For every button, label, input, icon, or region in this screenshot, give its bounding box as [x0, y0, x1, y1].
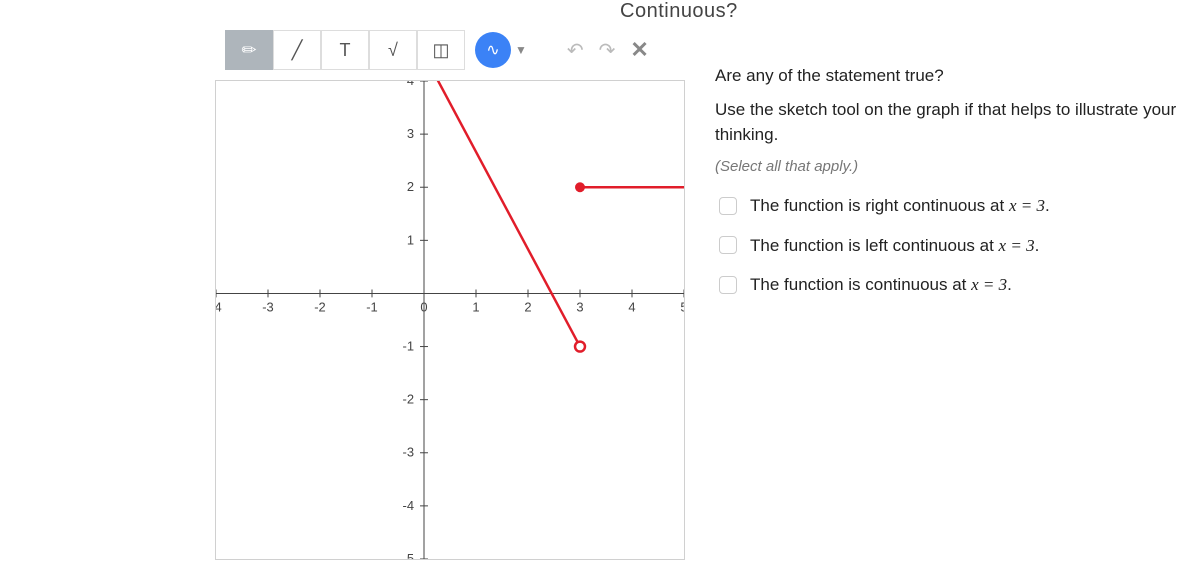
graph-svg: -4 -3 -2 -1 0 1 2 3 4 5 -5 -4 -3 -2 -1 1 2 3 4	[216, 81, 684, 559]
svg-text:-4: -4	[216, 299, 222, 314]
page-title: Continuous?	[620, 0, 738, 23]
svg-text:1: 1	[407, 232, 414, 247]
question-prompt-2: Use the sketch tool on the graph if that…	[715, 97, 1190, 148]
option-checkbox-2[interactable]	[719, 276, 737, 294]
svg-text:1: 1	[472, 299, 479, 314]
option-row: The function is left continuous at x = 3…	[715, 233, 1190, 259]
svg-text:2: 2	[407, 179, 414, 194]
graph-canvas[interactable]: -4 -3 -2 -1 0 1 2 3 4 5 -5 -4 -3 -2 -1 1 2 3 4	[215, 80, 685, 560]
color-swatch-icon: ∿	[486, 40, 499, 60]
question-panel: Are any of the statement true? Use the s…	[715, 55, 1190, 312]
clear-button[interactable]: ✕	[630, 37, 648, 63]
option-row: The function is continuous at x = 3.	[715, 272, 1190, 298]
svg-text:4: 4	[407, 81, 414, 88]
line-tool-button[interactable]: ╱	[273, 30, 321, 70]
history-controls: ↶ ↷ ✕	[567, 37, 649, 63]
svg-text:-3: -3	[262, 299, 274, 314]
question-hint: (Select all that apply.)	[715, 156, 1190, 179]
pencil-icon: ✏	[241, 40, 256, 61]
sqrt-tool-button[interactable]: √	[369, 30, 417, 70]
undo-icon: ↶	[567, 40, 584, 62]
option-checkbox-1[interactable]	[719, 236, 737, 254]
redo-button[interactable]: ↷	[599, 38, 616, 63]
svg-text:-3: -3	[403, 445, 415, 460]
option-row: The function is right continuous at x = …	[715, 193, 1190, 219]
question-prompt-1: Are any of the statement true?	[715, 63, 1190, 89]
line-icon: ╱	[292, 40, 303, 61]
svg-text:2: 2	[524, 299, 531, 314]
drawing-toolbar: ✏ ╱ T √ ◫ ∿ ▼ ↶ ↷ ✕	[225, 30, 649, 70]
svg-text:-1: -1	[403, 339, 415, 354]
svg-text:-1: -1	[366, 299, 378, 314]
option-label: The function is continuous at x = 3.	[750, 272, 1012, 298]
clear-icon: ✕	[630, 37, 648, 62]
sqrt-icon: √	[388, 40, 398, 61]
option-label: The function is right continuous at x = …	[750, 193, 1050, 219]
redo-icon: ↷	[599, 40, 616, 62]
option-label: The function is left continuous at x = 3…	[750, 233, 1039, 259]
undo-button[interactable]: ↶	[567, 38, 584, 63]
color-dropdown-caret[interactable]: ▼	[515, 43, 527, 57]
svg-text:-2: -2	[314, 299, 326, 314]
svg-text:0: 0	[420, 299, 427, 314]
svg-text:3: 3	[407, 126, 414, 141]
svg-text:3: 3	[576, 299, 583, 314]
text-tool-button[interactable]: T	[321, 30, 369, 70]
pencil-tool-button[interactable]: ✏	[225, 30, 273, 70]
text-icon: T	[340, 40, 351, 61]
svg-text:-2: -2	[403, 392, 415, 407]
eraser-icon: ◫	[432, 40, 449, 61]
color-picker-button[interactable]: ∿	[475, 32, 511, 68]
svg-text:4: 4	[628, 299, 635, 314]
svg-text:-5: -5	[403, 551, 415, 559]
option-checkbox-0[interactable]	[719, 197, 737, 215]
answer-options: The function is right continuous at x = …	[715, 193, 1190, 298]
eraser-tool-button[interactable]: ◫	[417, 30, 465, 70]
svg-text:-4: -4	[403, 498, 415, 513]
svg-text:5: 5	[680, 299, 684, 314]
